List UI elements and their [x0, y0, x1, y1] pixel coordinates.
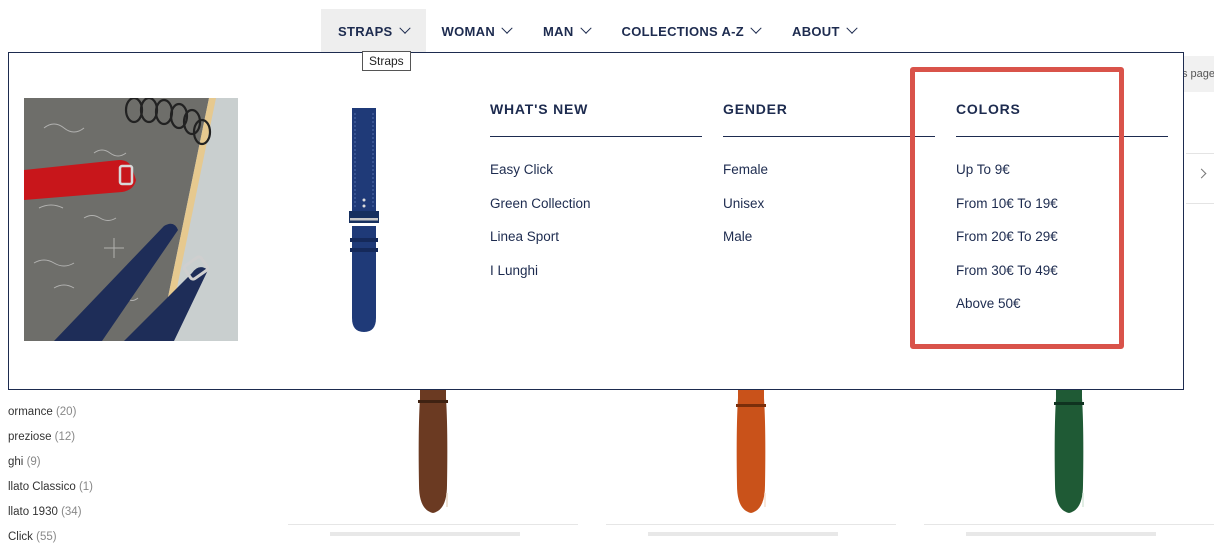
chevron-down-icon: [501, 22, 513, 34]
product-card[interactable]: [288, 390, 578, 525]
nav-man[interactable]: MAN: [527, 9, 606, 53]
mega-menu: WHAT'S NEW Easy Click Green Collection L…: [8, 52, 1184, 390]
nav-label: MAN: [543, 23, 574, 39]
divider: [924, 524, 1214, 525]
chevron-down-icon: [579, 22, 592, 34]
menu-link-unisex[interactable]: Unisex: [723, 195, 935, 229]
nav-label: ABOUT: [792, 23, 840, 39]
product-title-fragment: [330, 532, 520, 536]
menu-link-up-to-9[interactable]: Up To 9€: [956, 161, 1168, 195]
nav-about[interactable]: ABOUT: [776, 9, 872, 53]
partial-page-text: s page: [1180, 56, 1214, 92]
menu-link-male[interactable]: Male: [723, 228, 935, 262]
strap-shape: [418, 390, 448, 513]
filter-item[interactable]: Click (55): [8, 529, 93, 554]
nav-label: STRAPS: [338, 23, 393, 39]
filter-item[interactable]: ghi (9): [8, 454, 93, 479]
menu-column-colors: COLORS Up To 9€ From 10€ To 19€ From 20€…: [956, 101, 1168, 329]
filter-label: llato 1930: [8, 506, 58, 518]
menu-column-whats-new: WHAT'S NEW Easy Click Green Collection L…: [490, 101, 702, 295]
filter-count: (55): [36, 531, 57, 543]
chevron-down-icon: [846, 22, 858, 34]
menu-link-above-50[interactable]: Above 50€: [956, 295, 1168, 329]
strap-keeper: [736, 404, 766, 407]
strap-keeper: [1054, 402, 1084, 405]
filter-label: Click: [8, 531, 33, 543]
menu-column-gender: GENDER Female Unisex Male: [723, 101, 935, 262]
tooltip: Straps: [362, 51, 411, 71]
product-image[interactable]: [411, 390, 455, 515]
nav-collections[interactable]: COLLECTIONS A-Z: [606, 9, 776, 53]
divider: [606, 524, 896, 525]
menu-link-20-to-29[interactable]: From 20€ To 29€: [956, 228, 1168, 262]
strap-loop: [350, 238, 378, 242]
filter-item[interactable]: ormance (20): [8, 404, 93, 429]
menu-link-easy-click[interactable]: Easy Click: [490, 161, 702, 195]
main-nav: STRAPS WOMAN MAN COLLECTIONS A-Z ABOUT: [321, 9, 872, 53]
strap-product-image[interactable]: [344, 108, 384, 333]
chevron-down-icon: [398, 22, 411, 34]
filter-count: (12): [54, 431, 76, 443]
divider: [1186, 203, 1214, 204]
strap-shape: [1054, 390, 1084, 513]
divider: [288, 524, 578, 525]
filter-label: preziose: [8, 431, 52, 443]
strap-keeper: [349, 211, 379, 223]
filter-label: ghi: [8, 456, 24, 468]
product-card[interactable]: [606, 390, 896, 525]
menu-link-female[interactable]: Female: [723, 161, 935, 195]
product-title-fragment: [648, 532, 838, 536]
product-title-fragment: [966, 532, 1156, 536]
column-links: Up To 9€ From 10€ To 19€ From 20€ To 29€…: [956, 161, 1168, 329]
column-title: GENDER: [723, 101, 935, 137]
strap-shape: [736, 390, 766, 513]
strap-loop: [350, 248, 378, 252]
strap-hole: [362, 198, 366, 202]
product-image[interactable]: [1047, 390, 1091, 515]
filter-item[interactable]: llato Classico (1): [8, 479, 93, 504]
spring-bar: [350, 218, 378, 221]
menu-link-30-to-49[interactable]: From 30€ To 49€: [956, 262, 1168, 296]
product-card[interactable]: [924, 390, 1214, 525]
filter-count: (20): [55, 406, 77, 418]
filter-label: llato Classico: [8, 481, 76, 493]
menu-link-i-lunghi[interactable]: I Lunghi: [490, 262, 702, 296]
column-links: Female Unisex Male: [723, 161, 935, 262]
menu-link-linea-sport[interactable]: Linea Sport: [490, 228, 702, 262]
column-title: COLORS: [956, 101, 1168, 137]
promo-image[interactable]: [24, 98, 238, 341]
filter-item[interactable]: llato 1930 (34): [8, 504, 93, 529]
filter-list: ormance (20) preziose (12) ghi (9) llato…: [8, 404, 93, 554]
filter-label: ormance: [8, 406, 53, 418]
nav-label: WOMAN: [441, 23, 496, 39]
strap-hole: [362, 204, 366, 208]
column-title: WHAT'S NEW: [490, 101, 702, 137]
chevron-down-icon: [750, 22, 762, 34]
chevron-right-icon[interactable]: [1196, 168, 1207, 179]
strap-keeper: [418, 400, 448, 403]
divider: [1186, 153, 1214, 154]
filter-count: (9): [26, 456, 41, 468]
filter-count: (1): [78, 481, 94, 493]
column-links: Easy Click Green Collection Linea Sport …: [490, 161, 702, 295]
menu-link-10-to-19[interactable]: From 10€ To 19€: [956, 195, 1168, 229]
filter-item[interactable]: preziose (12): [8, 429, 93, 454]
nav-straps[interactable]: STRAPS: [321, 9, 426, 53]
strap-upper: [352, 108, 376, 211]
nav-woman[interactable]: WOMAN: [426, 9, 528, 53]
nav-label: COLLECTIONS A-Z: [621, 23, 744, 39]
product-image[interactable]: [729, 390, 773, 515]
filter-count: (34): [61, 506, 82, 518]
menu-link-green-collection[interactable]: Green Collection: [490, 195, 702, 229]
